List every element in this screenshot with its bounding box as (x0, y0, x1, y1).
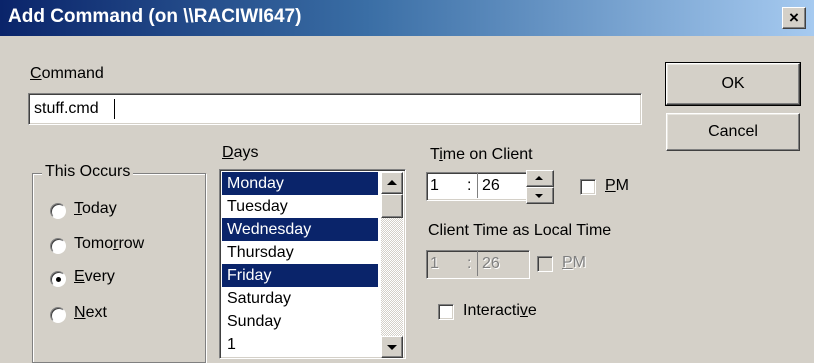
radio-next-label: Next (74, 304, 107, 321)
radio-today-label: Today (74, 200, 117, 217)
local-pm-checkbox-box (537, 256, 553, 272)
days-label: Days (222, 144, 259, 161)
cancel-button[interactable]: Cancel (666, 113, 800, 151)
local-time-minute-box: 26 (477, 251, 526, 276)
list-item-sunday[interactable]: Sunday (222, 310, 378, 333)
time-minute[interactable]: 26 (482, 177, 500, 195)
list-item-wednesday[interactable]: Wednesday (222, 218, 378, 241)
arrow-down-icon (387, 345, 397, 350)
local-time-field: 1 : 26 (426, 250, 530, 279)
pm-checkbox-label: PM (605, 177, 629, 194)
list-item-tuesday[interactable]: Tuesday (222, 195, 378, 218)
time-minute-box[interactable]: 26 (477, 173, 526, 198)
time-separator: : (467, 177, 472, 194)
close-button[interactable]: × (782, 7, 806, 29)
local-time-hour: 1 (430, 255, 439, 272)
local-time-minute: 26 (482, 255, 500, 272)
radio-today-circle[interactable] (50, 203, 66, 219)
interactive-checkbox-label: Interactive (463, 302, 537, 319)
list-item-monday[interactable]: Monday (222, 172, 378, 195)
radio-every-label: Every (74, 268, 115, 285)
time-spin-down[interactable] (526, 187, 554, 204)
interactive-checkbox-box[interactable] (438, 304, 454, 320)
this-occurs-group (32, 173, 206, 363)
spin-up-icon (535, 176, 543, 180)
time-spin-up[interactable] (526, 170, 554, 187)
radio-next-circle[interactable] (50, 307, 66, 323)
days-listbox[interactable]: Monday Tuesday Wednesday Thursday Friday… (219, 169, 406, 359)
list-item-thursday[interactable]: Thursday (222, 241, 378, 264)
time-on-client-label: Time on Client (430, 146, 533, 163)
scroll-up-button[interactable] (381, 172, 403, 194)
ok-button[interactable]: OK (665, 62, 801, 106)
command-label: Command (30, 65, 104, 82)
days-scrollbar[interactable] (381, 172, 403, 358)
time-hour[interactable]: 1 (430, 177, 439, 195)
local-pm-checkbox-label: PM (562, 254, 586, 271)
text-caret (114, 99, 115, 119)
this-occurs-label: This Occurs (42, 163, 134, 181)
radio-selected-dot (56, 277, 61, 282)
list-item-saturday[interactable]: Saturday (222, 287, 378, 310)
command-input-value: stuff.cmd (34, 100, 99, 117)
pm-checkbox-box[interactable] (580, 179, 596, 195)
scroll-down-button[interactable] (381, 336, 403, 358)
days-list: Monday Tuesday Wednesday Thursday Friday… (222, 172, 378, 356)
arrow-up-icon (387, 180, 397, 185)
command-input[interactable]: stuff.cmd (28, 93, 642, 125)
radio-tomorrow-circle[interactable] (50, 238, 66, 254)
close-icon: × (789, 8, 799, 27)
window-title: Add Command (on \\RACIWI647) (8, 6, 302, 27)
radio-every-circle[interactable] (50, 271, 66, 287)
spin-down-icon (535, 194, 543, 198)
time-on-client-field[interactable]: 1 : 26 (426, 172, 530, 201)
local-time-label: Client Time as Local Time (428, 222, 612, 239)
radio-tomorrow-label: Tomorrow (74, 235, 145, 252)
list-item-friday[interactable]: Friday (222, 264, 378, 287)
local-time-separator: : (467, 255, 472, 272)
scroll-thumb[interactable] (381, 194, 403, 218)
